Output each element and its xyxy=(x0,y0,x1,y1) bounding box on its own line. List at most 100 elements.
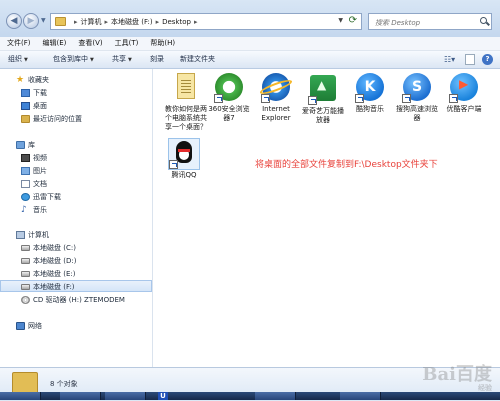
file-label: 搜狗高速浏览器 xyxy=(396,105,438,122)
network-icon xyxy=(16,322,25,330)
sidebar-item-music[interactable]: ♪ 音乐 xyxy=(0,204,152,216)
sidebar-label: 本地磁盘 (F:) xyxy=(33,283,75,291)
sidebar-item-drive-c[interactable]: 本地磁盘 (C:) xyxy=(0,242,152,254)
video-icon xyxy=(21,154,30,162)
file-item[interactable]: 教你如何是两个电脑系统共享一个桌面？ xyxy=(163,73,209,132)
chevron-down-icon: ▼ xyxy=(90,57,94,63)
sidebar-network[interactable]: 网络 xyxy=(0,320,152,332)
sidebar-label: 视频 xyxy=(33,154,47,162)
new-folder-button[interactable]: 新建文件夹 xyxy=(180,51,215,68)
sidebar-label: 下载 xyxy=(33,89,47,97)
search-input[interactable] xyxy=(373,15,477,30)
menu-file[interactable]: 文件(F) xyxy=(0,37,36,50)
star-icon: ★ xyxy=(16,75,25,85)
breadcrumb: ▸ 计算机 ▸ 本地磁盘 (F:) ▸ Desktop ▸ xyxy=(71,17,200,27)
sidebar-label: 音乐 xyxy=(33,206,47,214)
file-item[interactable]: K 酷狗音乐 xyxy=(347,73,393,114)
sidebar-item-cd-drive[interactable]: CD 驱动器 (H:) ZTEMODEM xyxy=(0,294,152,306)
share-label: 共享 xyxy=(112,55,126,63)
sidebar-item-documents[interactable]: 文档 xyxy=(0,178,152,190)
file-item[interactable]: 360安全浏览器7 xyxy=(206,73,252,123)
taskbar-button[interactable] xyxy=(105,392,146,400)
preview-pane-icon[interactable] xyxy=(465,54,475,65)
forward-button[interactable]: ▶ xyxy=(23,13,39,29)
iqiyi-player-icon xyxy=(308,75,338,105)
sidebar-item-drive-d[interactable]: 本地磁盘 (D:) xyxy=(0,255,152,267)
item-count: 8 个对象 xyxy=(50,380,78,388)
menu-tools[interactable]: 工具(T) xyxy=(108,37,144,50)
chevron-right-icon: ▸ xyxy=(74,18,78,26)
sidebar-item-thunder-downloads[interactable]: 迅雷下载 xyxy=(0,191,152,203)
search-icon[interactable] xyxy=(480,17,487,24)
sidebar-item-pictures[interactable]: 图片 xyxy=(0,165,152,177)
chevron-right-icon[interactable]: ▸ xyxy=(105,18,109,26)
kugou-icon: K xyxy=(355,73,385,103)
help-icon[interactable]: ? xyxy=(482,54,493,65)
include-in-library-button[interactable]: 包含到库中 ▼ xyxy=(53,51,94,69)
taskbar-button[interactable] xyxy=(60,392,101,400)
back-arrow-icon: ◀ xyxy=(10,16,18,26)
back-button[interactable]: ◀ xyxy=(6,13,22,29)
sidebar-favorites[interactable]: ★ 收藏夹 xyxy=(0,74,152,86)
taskbar-button[interactable] xyxy=(255,392,296,400)
organize-button[interactable]: 组织 ▼ xyxy=(8,51,28,69)
taskbar-button[interactable] xyxy=(340,392,381,400)
shortcut-arrow-icon xyxy=(402,94,411,103)
menu-edit[interactable]: 编辑(E) xyxy=(36,37,72,50)
file-item[interactable]: S 搜狗高速浏览器 xyxy=(394,73,440,123)
refresh-icon[interactable]: ⟳ xyxy=(349,15,357,26)
file-label: 教你如何是两个电脑系统共享一个桌面？ xyxy=(165,105,207,131)
view-options-icon[interactable]: ☷▾ xyxy=(444,54,455,65)
file-item[interactable]: 爱奇艺万能播放器 xyxy=(300,73,346,125)
taskbar-button[interactable] xyxy=(0,392,41,400)
file-item[interactable]: 腾讯QQ xyxy=(161,138,207,180)
file-item[interactable]: 优酷客户端 xyxy=(441,73,487,114)
menu-help[interactable]: 帮助(H) xyxy=(143,37,180,50)
file-list[interactable]: 教你如何是两个电脑系统共享一个桌面？ 360安全浏览器7 Internet Ex… xyxy=(153,69,500,367)
hard-drive-icon xyxy=(21,284,30,290)
shortcut-arrow-icon xyxy=(355,94,364,103)
downloads-folder-icon xyxy=(21,89,30,97)
file-label: 优酷客户端 xyxy=(446,105,482,113)
chevron-down-icon: ▼ xyxy=(24,57,28,63)
organize-label: 组织 xyxy=(8,55,22,63)
chevron-right-icon[interactable]: ▸ xyxy=(194,18,198,26)
taskbar-app-icon[interactable]: U xyxy=(158,392,168,400)
sidebar-computer[interactable]: 计算机 xyxy=(0,229,152,241)
new-folder-label: 新建文件夹 xyxy=(180,55,215,63)
sidebar-item-drive-f[interactable]: 本地磁盘 (F:) xyxy=(0,280,152,292)
breadcrumb-desktop[interactable]: Desktop xyxy=(162,18,191,26)
burn-label: 刻录 xyxy=(150,55,164,63)
address-bar[interactable]: ▸ 计算机 ▸ 本地磁盘 (F:) ▸ Desktop ▸ ▼ ⟳ xyxy=(50,13,362,30)
chevron-right-icon[interactable]: ▸ xyxy=(156,18,160,26)
youku-icon xyxy=(449,73,479,103)
watermark-text: Bai百度 xyxy=(422,364,492,385)
file-label: 腾讯QQ xyxy=(171,171,197,179)
recent-pages-dropdown[interactable]: ▼ xyxy=(41,17,46,24)
share-button[interactable]: 共享 ▼ xyxy=(112,51,132,69)
sidebar-label: 文档 xyxy=(33,180,47,188)
search-box xyxy=(368,13,492,30)
file-label: Internet Explorer xyxy=(261,105,291,122)
sidebar-item-drive-e[interactable]: 本地磁盘 (E:) xyxy=(0,268,152,280)
menu-view[interactable]: 查看(V) xyxy=(71,37,107,50)
watermark: Bai百度 经验 xyxy=(422,360,492,393)
forward-arrow-icon: ▶ xyxy=(27,16,35,26)
sidebar-label: 网络 xyxy=(28,322,42,330)
shortcut-arrow-icon xyxy=(449,94,458,103)
sidebar-item-videos[interactable]: 视频 xyxy=(0,152,152,164)
music-note-icon: ♪ xyxy=(21,205,27,215)
library-icon xyxy=(16,141,25,149)
breadcrumb-drive-f[interactable]: 本地磁盘 (F:) xyxy=(111,18,153,26)
file-item[interactable]: Internet Explorer xyxy=(253,73,299,123)
address-history-dropdown[interactable]: ▼ xyxy=(338,17,343,24)
sidebar-item-desktop[interactable]: 桌面 xyxy=(0,100,152,112)
hard-drive-icon xyxy=(21,258,30,264)
360-browser-icon xyxy=(214,73,244,103)
sidebar-label: 本地磁盘 (C:) xyxy=(33,244,76,252)
sidebar-item-recent-places[interactable]: 最近访问的位置 xyxy=(0,113,152,125)
burn-button[interactable]: 刻录 xyxy=(150,51,164,68)
sidebar-libraries[interactable]: 库 xyxy=(0,139,152,151)
sidebar-item-downloads[interactable]: 下载 xyxy=(0,87,152,99)
breadcrumb-computer[interactable]: 计算机 xyxy=(81,18,102,26)
